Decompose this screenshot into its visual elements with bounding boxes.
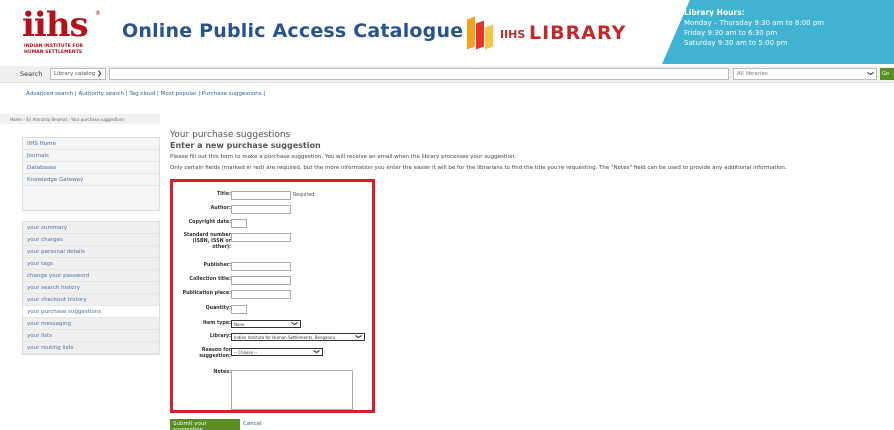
submit-suggestion-button[interactable]: Submit your suggestion: [170, 419, 240, 430]
item-type-select[interactable]: None ❯: [231, 320, 301, 328]
cancel-link[interactable]: Cancel: [243, 421, 262, 427]
reason-select[interactable]: -- Choose -- ❯: [231, 348, 323, 356]
hours-line: Monday – Thursday 9:30 am to 8:00 pm: [684, 19, 825, 27]
notes-label: Notes:: [213, 370, 231, 375]
library-select[interactable]: All libraries ❯: [733, 68, 877, 80]
search-input[interactable]: [109, 68, 729, 80]
publisher-label: Publisher:: [203, 263, 231, 268]
library-hours-panel: Library Hours: Monday – Thursday 9:30 am…: [662, 0, 894, 64]
registered-mark: ®: [95, 10, 101, 17]
item-type-label: Item type:: [202, 321, 231, 326]
collection-title-label: Collection title:: [189, 277, 231, 282]
books-icon: [463, 16, 495, 50]
catalog-select-value: Library catalog: [54, 71, 96, 77]
quantity-label: Quantity:: [205, 306, 231, 311]
quantity-field[interactable]: [231, 305, 247, 314]
sidebar-item-routing-lists[interactable]: your routing lists: [23, 342, 159, 354]
chevron-down-icon: ❯: [96, 70, 102, 77]
library-label: Library:: [209, 334, 231, 339]
sidebar-item-change-password[interactable]: change your password: [23, 270, 159, 282]
sidebar-nav-top: IIHS Home Journals Databases Knowledge G…: [22, 137, 160, 211]
logo-wordmark: iihs: [22, 5, 89, 45]
sidebar-item-journals[interactable]: Journals: [23, 150, 159, 162]
author-label: Author:: [210, 206, 231, 211]
purchase-suggestion-form: Title: Required Author: Copyright date: …: [170, 179, 375, 413]
library-field-value: Indian Institute for Human Settlements, …: [234, 335, 336, 340]
section-heading: Enter a new purchase suggestion: [170, 141, 321, 150]
title-label: Title:: [216, 192, 231, 197]
instructions-text: Only certain fields (marked in red) are …: [170, 165, 787, 171]
sidebar-nav-user: your summary your charges your personal …: [22, 221, 160, 355]
author-field[interactable]: [231, 205, 291, 214]
sidebar-item-messaging[interactable]: your messaging: [23, 318, 159, 330]
site-title: Online Public Access Catalogue: [122, 20, 464, 42]
publication-place-label: Publication place:: [182, 291, 231, 296]
sidebar-item-checkout-history[interactable]: your checkout history: [23, 294, 159, 306]
logo-subtitle: INDIAN INSTITUTE FOR HUMAN SETTLEMENTS: [24, 44, 84, 55]
required-indicator: Required: [293, 193, 315, 198]
page-title: Your purchase suggestions: [170, 130, 291, 140]
hours-line: Friday 9:30 am to 6:30 pm: [684, 29, 778, 37]
standard-number-field[interactable]: [231, 233, 291, 242]
main-content: Your purchase suggestions Enter a new pu…: [170, 130, 890, 171]
standard-number-label: Standard number (ISBN, ISSN or other):: [183, 233, 231, 250]
chevron-down-icon: ❯: [354, 333, 362, 340]
publication-place-field[interactable]: [231, 290, 291, 299]
catalog-select[interactable]: Library catalog ❯: [50, 68, 106, 80]
sidebar-item-search-history[interactable]: your search history: [23, 282, 159, 294]
search-bar: Search Library catalog ❯ All libraries ❯…: [0, 66, 894, 83]
sidebar-item-knowledge-gateway[interactable]: Knowledge Gateway: [23, 174, 159, 186]
library-field-select[interactable]: Indian Institute for Human Settlements, …: [231, 333, 365, 341]
sidebar-item-summary[interactable]: your summary: [23, 222, 159, 234]
title-field[interactable]: [231, 191, 291, 200]
reason-value: -- Choose --: [234, 350, 258, 355]
publisher-field[interactable]: [231, 262, 291, 271]
library-select-value: All libraries: [737, 71, 768, 77]
sidebar-item-databases[interactable]: Databases: [23, 162, 159, 174]
secondary-links[interactable]: Advanced search | Authority search | Tag…: [26, 91, 265, 97]
chevron-down-icon: ❯: [290, 320, 298, 327]
chevron-down-icon: ❯: [866, 70, 874, 77]
sidebar-item-personal-details[interactable]: your personal details: [23, 246, 159, 258]
chevron-down-icon: ❯: [312, 348, 320, 355]
hours-title: Library Hours:: [684, 8, 745, 17]
collection-title-field[interactable]: [231, 276, 291, 285]
search-go-button[interactable]: Go: [880, 68, 894, 80]
library-logo-iihs: IIHS: [500, 28, 526, 41]
copyright-label: Copyright date:: [188, 220, 231, 225]
breadcrumb[interactable]: Home › Sri Amrutraj Beneral › Your purch…: [0, 114, 160, 124]
sidebar-item-purchase-suggestions[interactable]: your purchase suggestions: [23, 306, 159, 318]
item-type-value: None: [234, 322, 245, 327]
reason-label: Reason for suggestion:: [199, 348, 231, 359]
notes-textarea[interactable]: [231, 370, 353, 410]
library-logo-text: LIBRARY: [529, 22, 627, 44]
site-header: iihs ® INDIAN INSTITUTE FOR HUMAN SETTLE…: [0, 0, 894, 64]
sidebar-item-charges[interactable]: your charges: [23, 234, 159, 246]
iihs-logo[interactable]: iihs ® INDIAN INSTITUTE FOR HUMAN SETTLE…: [22, 8, 102, 58]
sidebar-item-iihs-home[interactable]: IIHS Home: [23, 138, 159, 150]
sidebar-item-tags[interactable]: your tags: [23, 258, 159, 270]
search-label: Search: [20, 70, 43, 78]
hours-line: Saturday 9:30 am to 5:00 pm: [684, 39, 788, 47]
copyright-date-field[interactable]: [231, 219, 247, 228]
sidebar-item-lists[interactable]: your lists: [23, 330, 159, 342]
iihs-library-logo: IIHS LIBRARY: [463, 16, 643, 50]
intro-text: Please fill out this form to make a purc…: [170, 154, 517, 160]
